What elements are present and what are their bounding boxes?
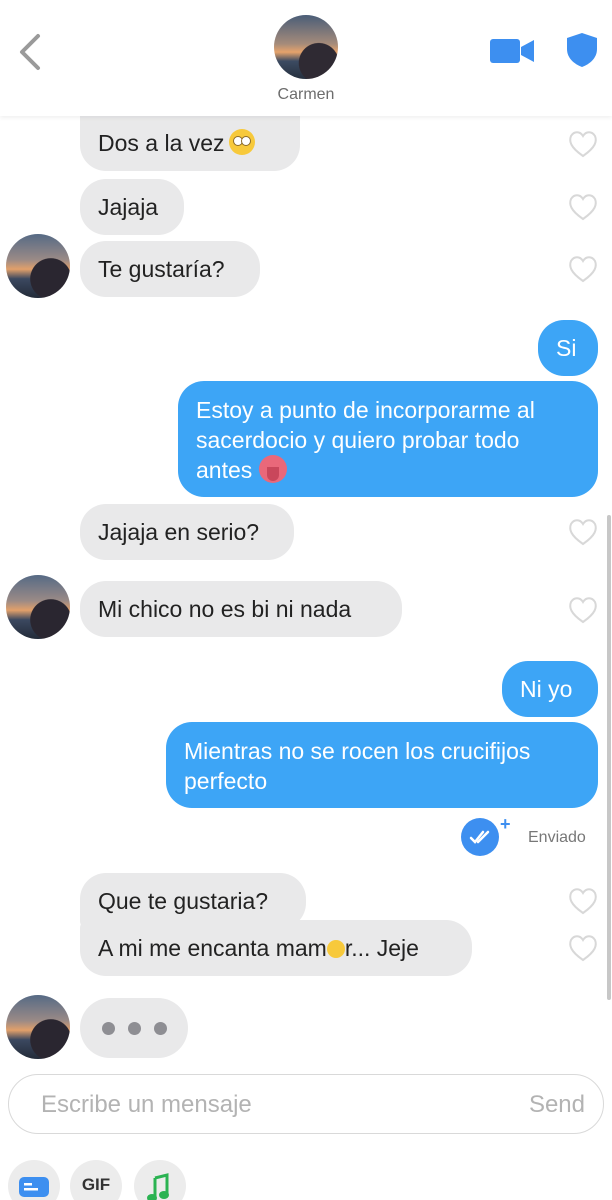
message-incoming: Te gustaría? — [80, 241, 260, 297]
message-incoming: Dos a la vez — [80, 116, 300, 171]
message-incoming: Jajaja en serio? — [80, 504, 294, 560]
contact-avatar[interactable] — [6, 575, 70, 639]
message-incoming: A mi me encanta mam r... Jeje — [80, 920, 472, 976]
eye-roll-emoji-icon — [228, 129, 255, 155]
back-chevron-icon[interactable] — [14, 30, 48, 74]
message-outgoing: Estoy a punto de incorporarme al sacerdo… — [178, 381, 598, 497]
send-button[interactable]: Send — [529, 1091, 585, 1119]
typing-indicator — [80, 998, 188, 1058]
music-note-icon — [147, 1173, 169, 1200]
tongue-emoji-icon — [258, 455, 287, 483]
scrollbar[interactable] — [607, 515, 611, 1000]
message-text: Te gustaría? — [98, 256, 225, 282]
message-outgoing: Ni yo — [502, 661, 598, 717]
message-text: Dos a la vez — [98, 130, 225, 156]
message-text: A mi me encanta mam — [98, 935, 327, 961]
delivery-status: Enviado — [528, 829, 586, 846]
heart-icon[interactable] — [568, 887, 598, 915]
typing-dots-icon — [128, 1022, 141, 1035]
gif-label: GIF — [81, 1175, 111, 1194]
music-button[interactable] — [134, 1160, 186, 1200]
message-text: Jajaja — [98, 194, 159, 220]
message-text: Mientras no se rocen los crucifijos perf… — [184, 738, 531, 794]
heart-icon[interactable] — [568, 934, 598, 962]
message-text: Si — [556, 335, 577, 361]
message-incoming: Mi chico no es bi ni nada — [80, 581, 402, 637]
heart-icon[interactable] — [568, 596, 598, 624]
message-outgoing: Si — [538, 320, 598, 376]
contact-name[interactable]: Carmen — [0, 86, 612, 104]
video-call-icon[interactable] — [490, 36, 534, 66]
message-input-placeholder: Escribe un mensaje — [41, 1091, 252, 1118]
contact-avatar[interactable] — [6, 234, 70, 298]
kiss-emoji-icon — [326, 940, 345, 958]
heart-icon[interactable] — [568, 255, 598, 283]
typing-dots-icon — [102, 1022, 115, 1035]
message-text: Ni yo — [520, 676, 573, 702]
message-text: Que te gustaria? — [98, 888, 269, 914]
heart-icon[interactable] — [568, 518, 598, 546]
message-outgoing: Mientras no se rocen los crucifijos perf… — [166, 722, 598, 808]
message-input[interactable]: Escribe un mensaje Send — [8, 1074, 604, 1134]
double-check-icon — [461, 818, 499, 856]
message-incoming: Jajaja — [80, 179, 184, 235]
plus-icon[interactable]: + — [500, 814, 511, 835]
message-text: Jajaja en serio? — [98, 519, 260, 545]
card-icon — [19, 1177, 49, 1197]
typing-dots-icon — [154, 1022, 167, 1035]
message-text: Estoy a punto de incorporarme al sacerdo… — [196, 397, 535, 483]
chat-header: Carmen — [0, 0, 612, 116]
gif-button[interactable]: GIF — [70, 1160, 122, 1200]
contact-avatar[interactable] — [274, 15, 338, 79]
heart-icon[interactable] — [568, 193, 598, 221]
card-button[interactable] — [8, 1160, 60, 1200]
contact-avatar[interactable] — [6, 995, 70, 1059]
heart-icon[interactable] — [568, 130, 598, 158]
message-text-tail: r... Jeje — [344, 935, 419, 961]
message-text: Mi chico no es bi ni nada — [98, 596, 352, 622]
shield-icon[interactable] — [566, 32, 598, 68]
